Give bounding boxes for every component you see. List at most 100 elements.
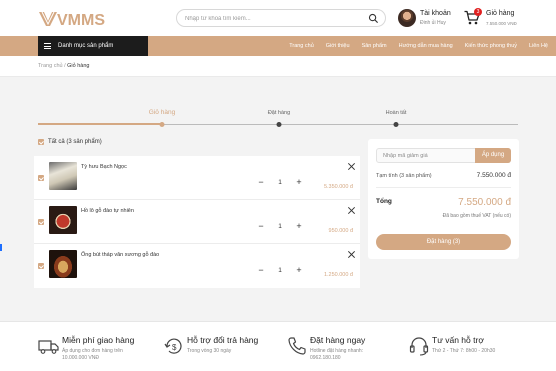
select-all-label: Tất cả (3 sản phẩm) bbox=[48, 139, 102, 145]
breadcrumb-bar: Trang chủ / Giỏ hàng bbox=[0, 56, 556, 77]
cart-item: Hồ lô gỗ đào tự nhiên − 1 + 950.000 đ bbox=[34, 200, 360, 244]
feature-title: Đặt hàng ngay bbox=[310, 335, 366, 345]
svg-text:VMMS: VMMS bbox=[57, 12, 105, 29]
feature-desc-line: Trong vòng 30 ngày bbox=[187, 348, 232, 354]
truck-icon bbox=[38, 340, 59, 354]
nav-link-home[interactable]: Trang chủ bbox=[289, 36, 314, 56]
cart-count-badge: 3 bbox=[474, 8, 482, 16]
feature-returns: $ Hỗ trợ đổi trả hàng Trong vòng 30 ngày bbox=[163, 333, 278, 363]
site-header: VMMS Tài khoản Đinh ủi Huy 3 Giỏ hàng 7.… bbox=[0, 0, 556, 36]
feature-title: Miễn phí giao hàng bbox=[62, 335, 135, 345]
search-box bbox=[176, 9, 386, 27]
feature-desc-line: 10.000.000 VNĐ bbox=[62, 355, 99, 361]
item-name[interactable]: Hồ lô gỗ đào tự nhiên bbox=[81, 208, 134, 214]
hotline-number[interactable]: 0962.180.180 bbox=[310, 355, 363, 362]
phone-icon bbox=[288, 337, 306, 355]
item-name[interactable]: Tỳ hưu Bạch Ngọc bbox=[81, 164, 127, 170]
quantity-value[interactable]: 1 bbox=[275, 223, 285, 230]
step-order-dot bbox=[276, 122, 282, 127]
nav-link-contact[interactable]: Liên Hệ bbox=[529, 36, 548, 56]
select-all-checkbox[interactable] bbox=[38, 139, 44, 145]
remove-item-icon[interactable] bbox=[347, 162, 356, 171]
account-title: Tài khoản bbox=[420, 10, 451, 17]
increase-button[interactable]: + bbox=[294, 221, 304, 233]
item-checkbox[interactable] bbox=[38, 175, 44, 181]
item-price: 1.250.000 đ bbox=[323, 272, 353, 278]
item-price: 950.000 đ bbox=[328, 228, 353, 234]
coupon-input[interactable] bbox=[383, 151, 473, 161]
nav-link-about[interactable]: Giới thiệu bbox=[326, 36, 350, 56]
quantity-value[interactable]: 1 bbox=[275, 179, 285, 186]
step-complete: Hoàn tất bbox=[385, 110, 407, 116]
money-return-icon: $ bbox=[164, 338, 182, 354]
account-menu[interactable]: Tài khoản Đinh ủi Huy bbox=[398, 8, 458, 28]
logo-mark-icon: VMMS bbox=[39, 11, 105, 29]
increase-button[interactable]: + bbox=[294, 265, 304, 277]
feature-desc-line: Hotline đặt hàng nhanh: bbox=[310, 348, 364, 354]
nav-link-guide[interactable]: Hướng dẫn mua hàng bbox=[399, 36, 453, 56]
breadcrumb: Trang chủ / Giỏ hàng bbox=[38, 63, 89, 69]
quantity-stepper: − 1 + bbox=[256, 265, 304, 277]
search-icon[interactable] bbox=[368, 13, 379, 24]
nav-links: Trang chủ Giới thiệu Sản phẩm Hướng dẫn … bbox=[277, 36, 548, 56]
headset-icon bbox=[409, 337, 429, 356]
item-name[interactable]: Ống bút tháp văn xương gỗ đào bbox=[81, 252, 159, 258]
category-menu-button[interactable]: Danh mục sản phẩm bbox=[38, 36, 148, 56]
breadcrumb-current: Giỏ hàng bbox=[67, 63, 90, 69]
item-price: 5.350.000 đ bbox=[323, 184, 353, 190]
total-label: Tổng bbox=[376, 198, 392, 205]
header-cart[interactable]: 3 Giỏ hàng 7.550.000 VNĐ bbox=[464, 8, 534, 28]
edge-marker bbox=[0, 244, 2, 251]
site-logo[interactable]: VMMS bbox=[38, 9, 112, 29]
nav-link-knowledge[interactable]: Kiến thức phong thuỷ bbox=[465, 36, 517, 56]
feature-desc: Trong vòng 30 ngày bbox=[187, 348, 231, 355]
vat-note: Đã bao gồm thuế VAT (nếu có) bbox=[442, 213, 511, 219]
step-complete-dot bbox=[393, 122, 399, 127]
checkout-button[interactable]: Đặt hàng (3) bbox=[376, 234, 511, 250]
breadcrumb-home[interactable]: Trang chủ bbox=[38, 63, 63, 69]
step-order: Đặt hàng bbox=[267, 110, 291, 116]
feature-desc-line: Áp dụng cho đơn hàng trên bbox=[62, 348, 123, 354]
total-value: 7.550.000 đ bbox=[458, 197, 511, 208]
order-summary: Áp dụng Tạm tính (3 sản phẩm) 7.550.000 … bbox=[368, 139, 519, 259]
menu-icon bbox=[44, 43, 51, 49]
increase-button[interactable]: + bbox=[294, 177, 304, 189]
decrease-button[interactable]: − bbox=[256, 221, 266, 233]
item-checkbox[interactable] bbox=[38, 263, 44, 269]
remove-item-icon[interactable] bbox=[347, 206, 356, 215]
search-input[interactable] bbox=[185, 13, 365, 24]
product-thumbnail[interactable] bbox=[49, 206, 77, 234]
account-name: Đinh ủi Huy bbox=[420, 20, 446, 26]
cart-item: Ống bút tháp văn xương gỗ đào − 1 + 1.25… bbox=[34, 244, 360, 288]
quantity-value[interactable]: 1 bbox=[275, 267, 285, 274]
main-nav: Danh mục sản phẩm Trang chủ Giới thiệu S… bbox=[0, 36, 556, 56]
feature-title: Tư vấn hỗ trợ bbox=[432, 335, 484, 345]
feature-strip: Miễn phí giao hàng Áp dụng cho đơn hàng … bbox=[0, 321, 556, 371]
feature-desc: Áp dụng cho đơn hàng trên 10.000.000 VNĐ bbox=[62, 348, 123, 362]
decrease-button[interactable]: − bbox=[256, 265, 266, 277]
cart-amount: 7.550.000 VNĐ bbox=[486, 21, 517, 26]
apply-coupon-button[interactable]: Áp dụng bbox=[475, 148, 511, 163]
cart-item: Tỳ hưu Bạch Ngọc − 1 + 5.350.000 đ bbox=[34, 156, 360, 200]
feature-desc: Hotline đặt hàng nhanh: 0962.180.180 bbox=[310, 348, 363, 362]
quantity-stepper: − 1 + bbox=[256, 221, 304, 233]
feature-order-now: Đặt hàng ngay Hotline đặt hàng nhanh: 09… bbox=[286, 333, 401, 363]
product-thumbnail[interactable] bbox=[49, 162, 77, 190]
quantity-stepper: − 1 + bbox=[256, 177, 304, 189]
feature-support: Tư vấn hỗ trợ Thứ 2 - Thứ 7: 8h00 - 20h3… bbox=[408, 333, 528, 363]
step-cart: Giỏ hàng bbox=[148, 109, 176, 116]
nav-link-products[interactable]: Sản phẩm bbox=[362, 36, 387, 56]
cart-item-list: Tỳ hưu Bạch Ngọc − 1 + 5.350.000 đ Hồ lô… bbox=[34, 156, 360, 288]
subtotal-label: Tạm tính (3 sản phẩm) bbox=[376, 173, 432, 179]
cart-title: Giỏ hàng bbox=[486, 10, 515, 17]
step-progress-active bbox=[38, 123, 162, 125]
decrease-button[interactable]: − bbox=[256, 177, 266, 189]
subtotal-value: 7.550.000 đ bbox=[476, 172, 511, 179]
coupon-box: Áp dụng bbox=[376, 148, 511, 163]
remove-item-icon[interactable] bbox=[347, 250, 356, 259]
item-checkbox[interactable] bbox=[38, 219, 44, 225]
svg-text:$: $ bbox=[172, 343, 177, 352]
feature-desc-line: Thứ 2 - Thứ 7: 8h00 - 20h30 bbox=[432, 348, 496, 354]
category-menu-label: Danh mục sản phẩm bbox=[58, 43, 114, 49]
product-thumbnail[interactable] bbox=[49, 250, 77, 278]
